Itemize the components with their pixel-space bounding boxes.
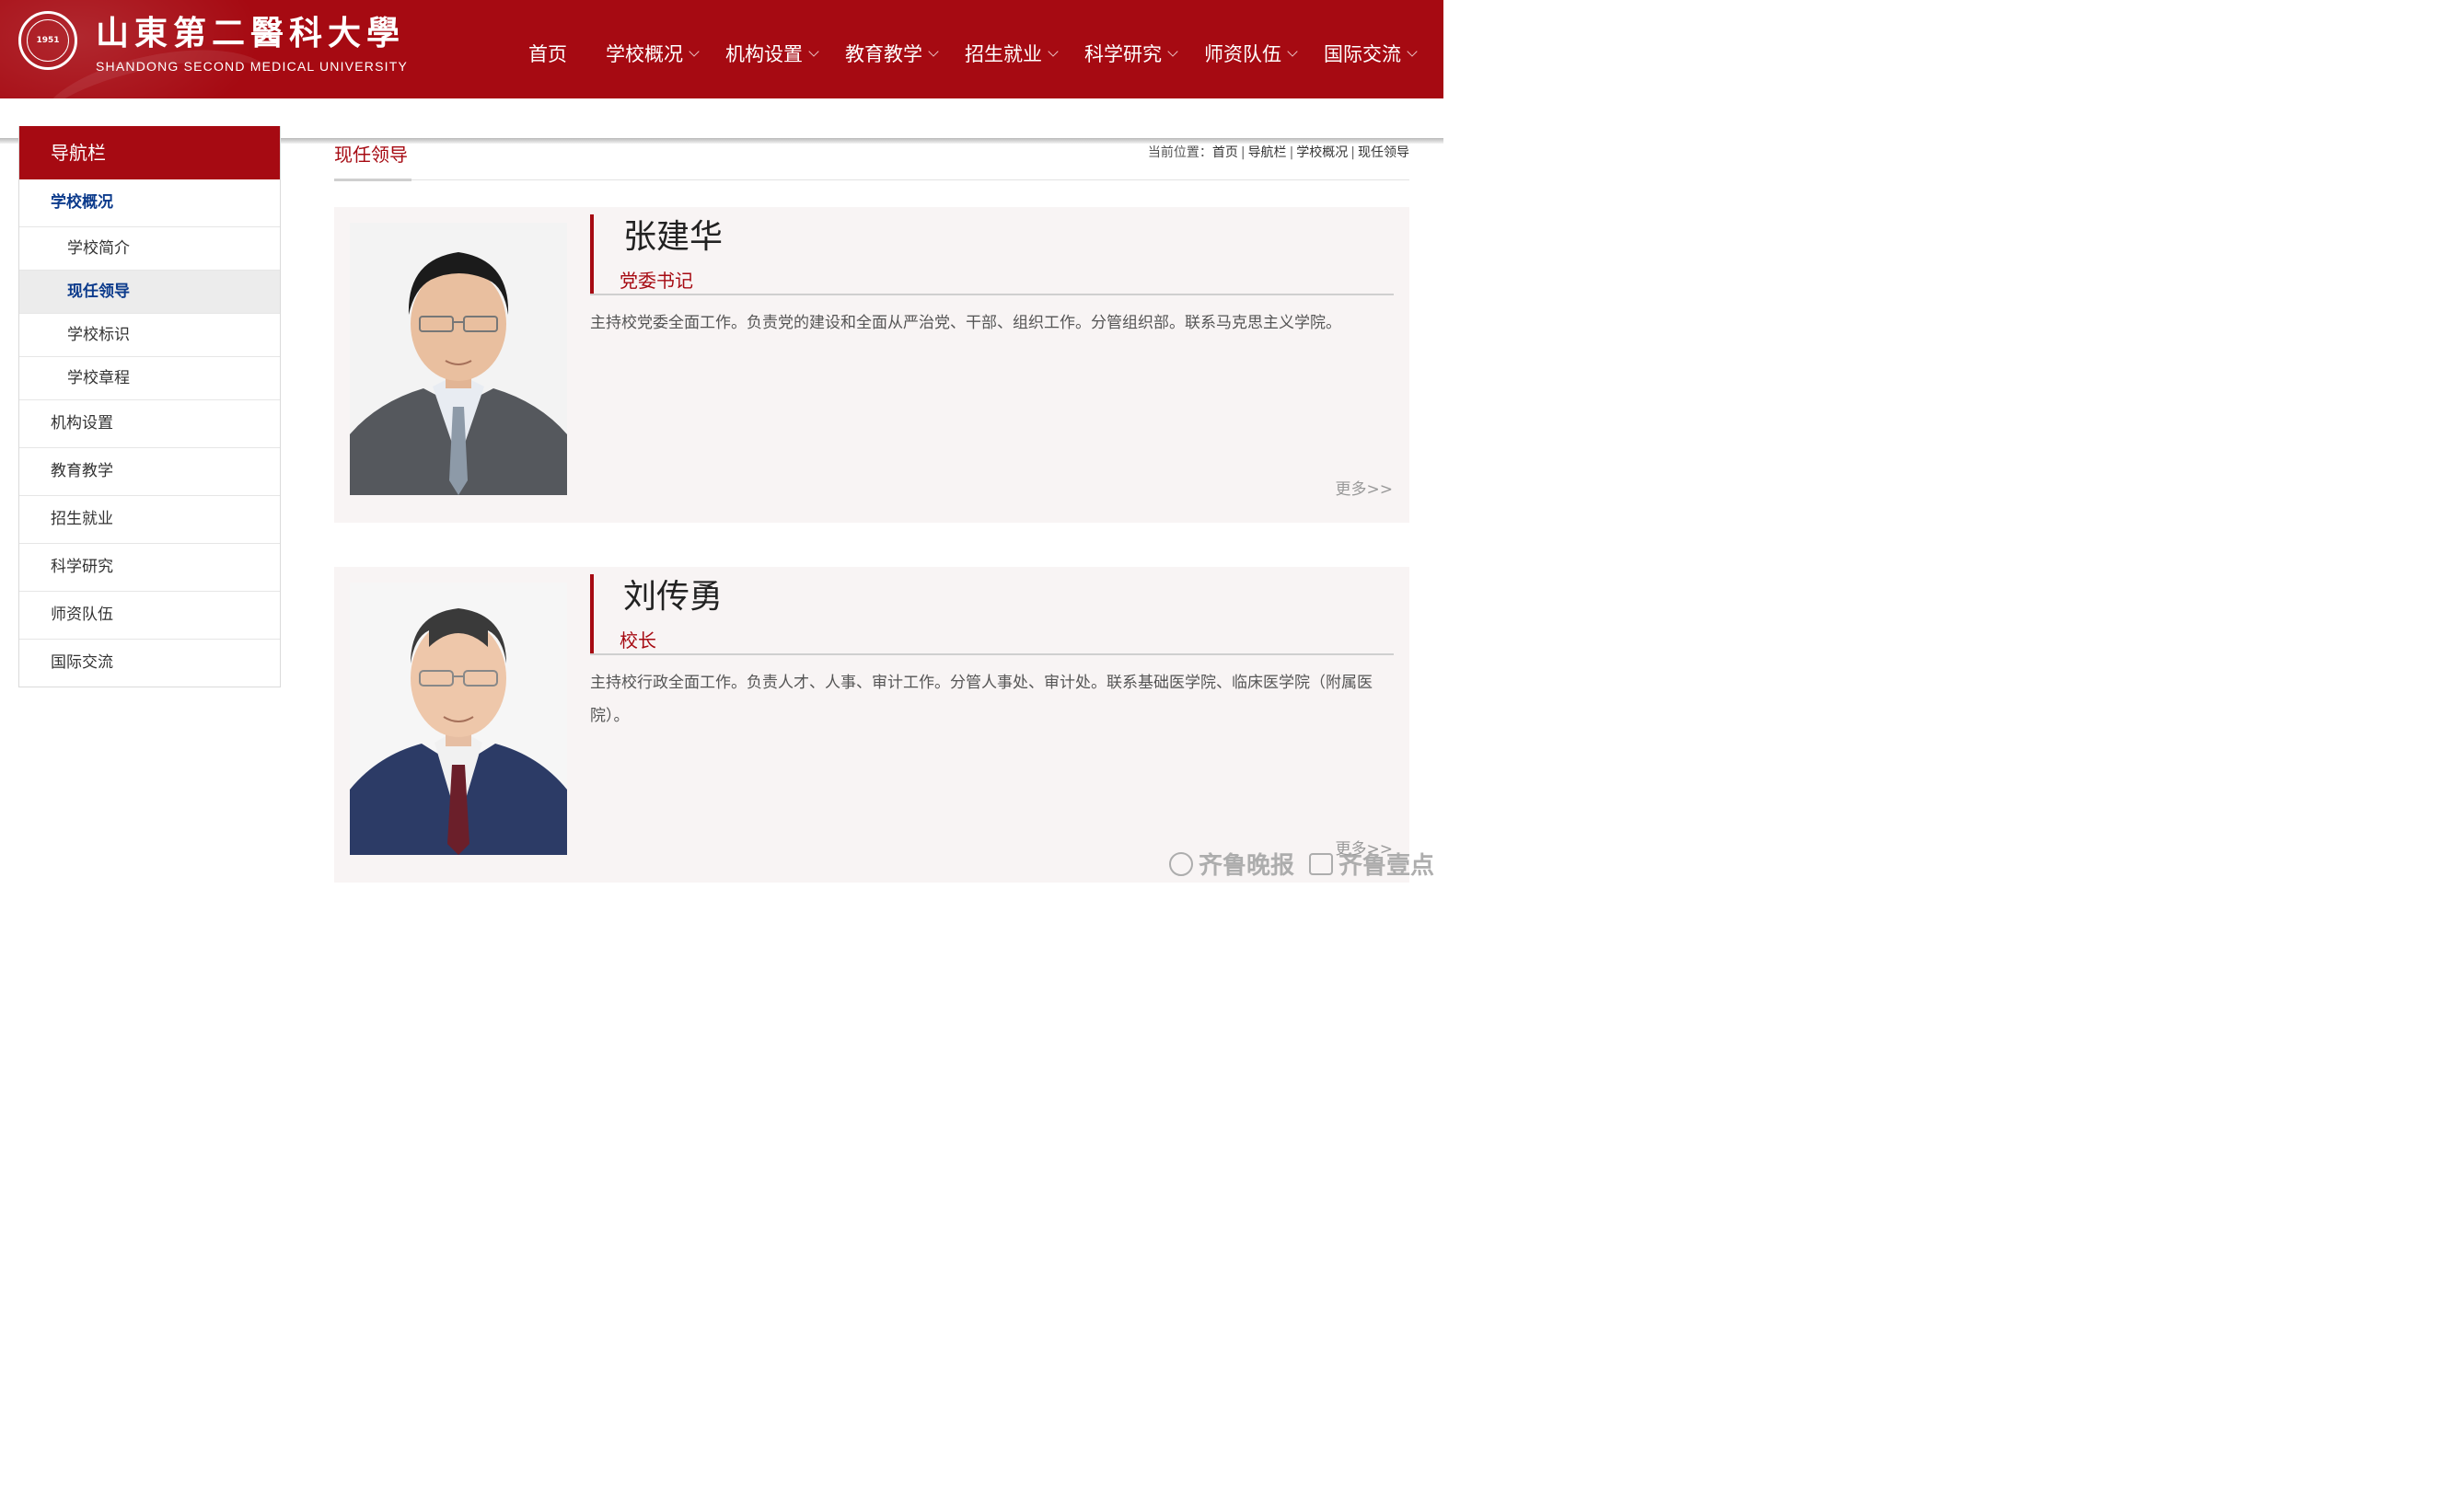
sidebar-subitem-leaders[interactable]: 现任领导: [19, 271, 280, 314]
leader-card: 张建华 党委书记 主持校党委全面工作。负责党的建设和全面从严治党、干部、组织工作…: [334, 207, 1409, 523]
breadcrumb-overview[interactable]: 学校概况: [1296, 145, 1348, 160]
sidebar-subitem-intro[interactable]: 学校简介: [19, 227, 280, 271]
watermark-brand1: 齐鲁晚报: [1198, 852, 1294, 880]
watermark-brand2: 齐鲁壹点: [1338, 852, 1434, 880]
card-divider: [590, 294, 1394, 295]
role-accent-bar: [590, 260, 594, 294]
sidebar-item-faculty[interactable]: 师资队伍: [19, 592, 280, 640]
nav-label: 机构设置: [725, 43, 803, 65]
sidebar-subitem-charter[interactable]: 学校章程: [19, 357, 280, 400]
chevron-down-icon: [689, 45, 700, 57]
nav-label: 师资队伍: [1204, 43, 1281, 65]
leader-photo[interactable]: [350, 583, 567, 855]
leader-photo[interactable]: [350, 223, 567, 495]
university-seal-icon[interactable]: 1951: [18, 11, 77, 70]
breadcrumb-prefix: 当前位置：: [1147, 145, 1212, 160]
breadcrumb-current[interactable]: 现任领导: [1358, 145, 1409, 160]
watermark-brand-icon: [1168, 851, 1193, 876]
sidebar-item-organization[interactable]: 机构设置: [19, 400, 280, 448]
nav-label: 科学研究: [1084, 43, 1162, 65]
leader-name[interactable]: 张建华: [590, 214, 723, 260]
leader-description: 主持校行政全面工作。负责人才、人事、审计工作。分管人事处、审计处。联系基础医学院…: [590, 674, 1373, 725]
breadcrumb-separator: |: [1240, 145, 1246, 160]
leader-role: 校长: [620, 629, 656, 652]
sidebar-item-education[interactable]: 教育教学: [19, 448, 280, 496]
leader-name[interactable]: 刘传勇: [590, 574, 723, 620]
sidebar-title: 导航栏: [19, 126, 280, 179]
nav-admission[interactable]: 招生就业: [965, 40, 1059, 67]
sidebar-item-admission[interactable]: 招生就业: [19, 496, 280, 544]
nav-label: 首页: [528, 43, 567, 65]
chevron-down-icon: [808, 45, 819, 57]
sidebar-subitem-emblem[interactable]: 学校标识: [19, 314, 280, 357]
breadcrumb: 当前位置：首页 | 导航栏 | 学校概况 | 现任领导: [1148, 143, 1409, 161]
chevron-down-icon: [1407, 45, 1418, 57]
nav-international[interactable]: 国际交流: [1324, 40, 1418, 67]
more-link[interactable]: 更多>>: [1336, 476, 1394, 499]
nav-research[interactable]: 科学研究: [1084, 40, 1178, 67]
portrait-image: [350, 223, 567, 495]
university-name-cn[interactable]: 山東第二醫科大學: [96, 11, 405, 55]
nav-faculty[interactable]: 师资队伍: [1204, 40, 1298, 67]
chevron-down-icon: [1167, 45, 1178, 57]
title-divider: [334, 179, 1409, 180]
role-accent-bar: [590, 620, 594, 653]
nav-label: 招生就业: [965, 43, 1042, 65]
site-header: 1951 山東第二醫科大學 SHANDONG SECOND MEDICAL UN…: [0, 0, 1443, 98]
title-underline: [334, 179, 411, 181]
main-nav: 首页 学校概况 机构设置 教育教学 招生就业 科学研究 师资队伍 国际交流: [516, 35, 1443, 72]
chevron-down-icon: [1287, 45, 1298, 57]
sidebar-item-research[interactable]: 科学研究: [19, 544, 280, 592]
nav-school-overview[interactable]: 学校概况: [606, 40, 700, 67]
breadcrumb-nav[interactable]: 导航栏: [1248, 145, 1287, 160]
sidebar: 导航栏 学校概况 学校简介 现任领导 学校标识 学校章程 机构设置 教育教学 招…: [18, 126, 281, 687]
breadcrumb-home[interactable]: 首页: [1212, 145, 1238, 160]
university-name-en[interactable]: SHANDONG SECOND MEDICAL UNIVERSITY: [96, 59, 408, 74]
breadcrumb-separator: |: [1289, 145, 1294, 160]
nav-home[interactable]: 首页: [528, 40, 567, 67]
page-title: 现任领导: [334, 144, 408, 166]
leader-description: 主持校党委全面工作。负责党的建设和全面从严治党、干部、组织工作。分管组织部。联系…: [590, 314, 1341, 332]
chevron-down-icon: [928, 45, 939, 57]
watermark: 齐鲁晚报 齐鲁壹点: [1168, 847, 1434, 881]
sidebar-item-international[interactable]: 国际交流: [19, 640, 280, 687]
watermark-app-icon: [1308, 852, 1333, 875]
portrait-image: [350, 583, 567, 855]
chevron-down-icon: [1048, 45, 1059, 57]
seal-year: 1951: [27, 19, 69, 62]
leader-role: 党委书记: [620, 270, 693, 292]
nav-organization[interactable]: 机构设置: [725, 40, 819, 67]
sidebar-item-school-overview[interactable]: 学校概况: [19, 179, 280, 227]
nav-label: 教育教学: [845, 43, 922, 65]
breadcrumb-separator: |: [1350, 145, 1355, 160]
nav-education[interactable]: 教育教学: [845, 40, 939, 67]
nav-label: 国际交流: [1324, 43, 1401, 65]
leader-card: 刘传勇 校长 主持校行政全面工作。负责人才、人事、审计工作。分管人事处、审计处。…: [334, 567, 1409, 883]
card-divider: [590, 653, 1394, 655]
nav-label: 学校概况: [606, 43, 683, 65]
